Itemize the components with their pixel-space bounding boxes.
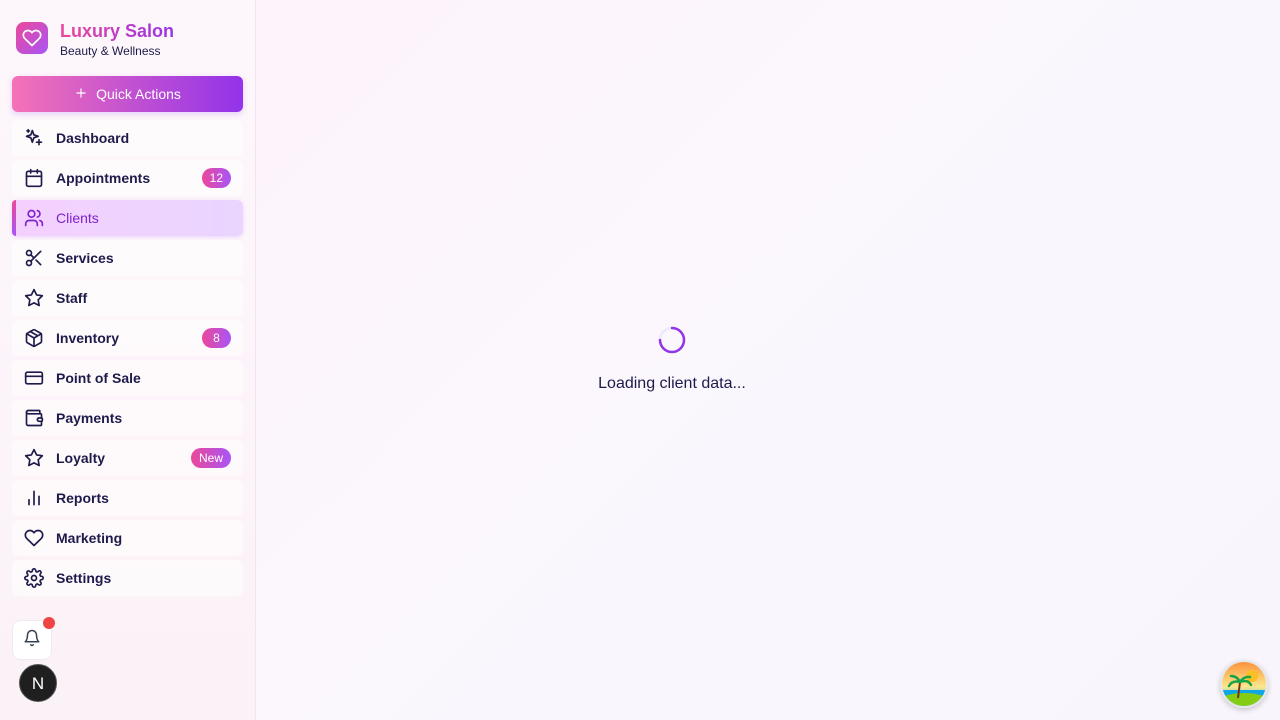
calendar-icon xyxy=(24,168,44,188)
sidebar-item-label: Payments xyxy=(56,410,123,426)
sidebar-item-point-of-sale[interactable]: Point of Sale xyxy=(12,360,243,396)
bar-chart-icon xyxy=(24,488,44,508)
inventory-count-badge: 8 xyxy=(202,328,231,348)
wallet-icon xyxy=(24,408,44,428)
n-logo-icon: N xyxy=(32,674,44,693)
user-avatar[interactable]: N xyxy=(19,664,57,702)
main-content: Loading client data... xyxy=(256,0,1280,720)
plus-icon xyxy=(74,86,88,103)
sidebar-item-settings[interactable]: Settings xyxy=(12,560,243,596)
sidebar-item-staff[interactable]: Staff xyxy=(12,280,243,316)
quick-actions-button[interactable]: Quick Actions xyxy=(12,76,243,112)
sidebar-item-label: Loyalty xyxy=(56,450,106,466)
sidebar-item-label: Inventory xyxy=(56,330,120,346)
gear-icon xyxy=(24,568,44,588)
appointments-count-badge: 12 xyxy=(201,168,231,188)
credit-card-icon xyxy=(24,368,44,388)
sidebar-item-label: Point of Sale xyxy=(56,370,141,386)
sidebar-item-marketing[interactable]: Marketing xyxy=(12,520,243,556)
sidebar-item-label: Dashboard xyxy=(56,130,130,146)
sidebar-item-clients[interactable]: Clients xyxy=(12,200,243,236)
sidebar-item-label: Services xyxy=(56,250,114,266)
loading-message: Loading client data... xyxy=(598,375,746,392)
notification-dot xyxy=(43,617,55,629)
scissors-icon xyxy=(24,248,44,268)
star-icon xyxy=(24,288,44,308)
users-icon xyxy=(24,208,44,228)
sparkles-icon xyxy=(24,128,44,148)
sidebar-item-reports[interactable]: Reports xyxy=(12,480,243,516)
sidebar-item-label: Clients xyxy=(56,210,99,226)
sidebar-item-payments[interactable]: Payments xyxy=(12,400,243,436)
sidebar-item-appointments[interactable]: Appointments 12 xyxy=(12,160,243,196)
quick-actions-label: Quick Actions xyxy=(96,86,181,102)
avatar-letter: N xyxy=(32,674,44,693)
sidebar-item-label: Appointments xyxy=(56,170,151,186)
sidebar-item-loyalty[interactable]: Loyalty New xyxy=(12,440,243,476)
sidebar-item-label: Staff xyxy=(56,290,88,306)
sidebar-item-label: Reports xyxy=(56,490,109,506)
sidebar: Luxury Salon Beauty & Wellness Quick Act… xyxy=(0,0,256,720)
brand-name: Luxury Salon xyxy=(60,21,175,41)
sidebar-item-label: Marketing xyxy=(56,530,123,546)
sidebar-nav: Dashboard Appointments 12 Clients Servic… xyxy=(12,120,243,600)
heart-icon xyxy=(16,22,48,54)
sidebar-item-inventory[interactable]: Inventory 8 xyxy=(12,320,243,356)
heart-icon xyxy=(24,528,44,548)
sidebar-item-label: Settings xyxy=(56,570,112,586)
sidebar-item-services[interactable]: Services xyxy=(12,240,243,276)
loyalty-new-badge: New xyxy=(190,448,231,468)
profile-avatar-button[interactable] xyxy=(1220,660,1268,708)
sidebar-item-dashboard[interactable]: Dashboard xyxy=(12,120,243,156)
package-icon xyxy=(24,328,44,348)
bell-icon xyxy=(23,629,41,652)
brand-subtitle: Beauty & Wellness xyxy=(60,44,161,58)
beach-avatar-icon xyxy=(1222,662,1266,706)
loading-spinner xyxy=(656,324,688,356)
star-icon xyxy=(24,448,44,468)
brand[interactable]: Luxury Salon Beauty & Wellness xyxy=(16,21,175,58)
